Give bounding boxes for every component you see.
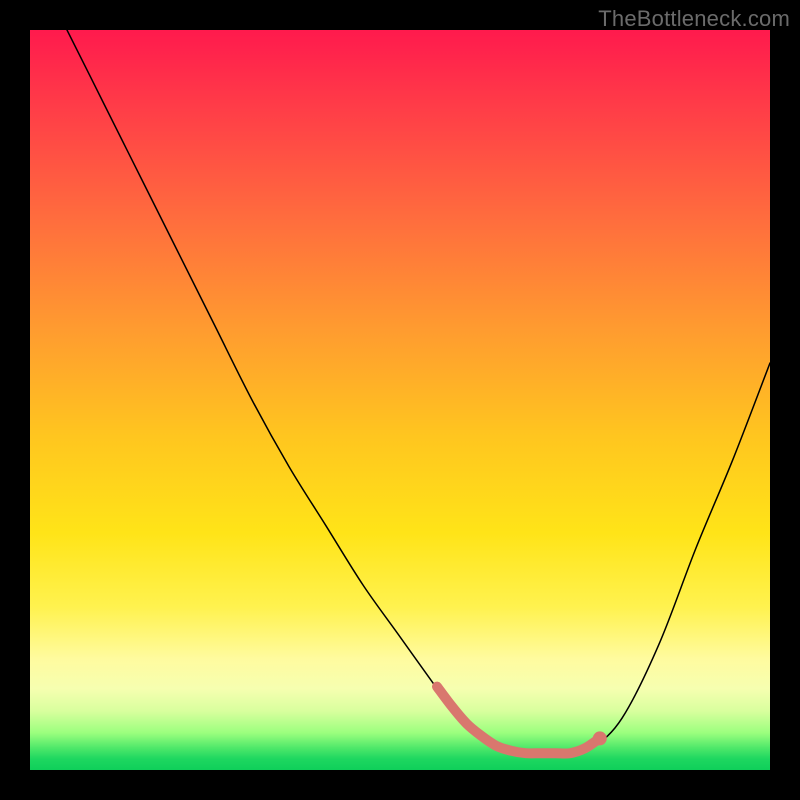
optimal-range-segment xyxy=(437,687,601,754)
watermark-text: TheBottleneck.com xyxy=(598,6,790,32)
chart-frame: TheBottleneck.com xyxy=(0,0,800,800)
bottleneck-curve xyxy=(30,30,770,770)
plot-area xyxy=(30,30,770,770)
optimal-range-marker xyxy=(593,731,607,745)
curve-line xyxy=(67,30,770,756)
